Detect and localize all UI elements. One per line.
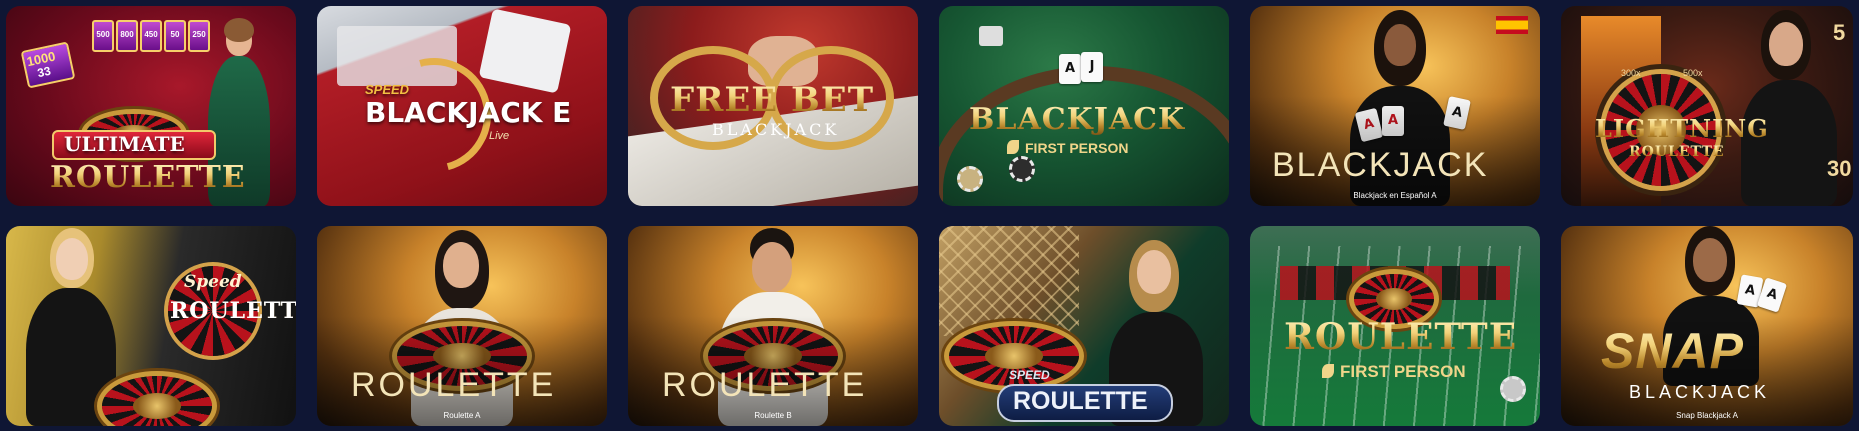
game-tile-speed-roulette-deco[interactable]: SPEED ROULETTE	[939, 226, 1229, 426]
score-value: 33	[36, 63, 53, 81]
multiplier-badge: 450	[140, 20, 162, 52]
game-title: SNAP	[1601, 323, 1744, 379]
spain-flag-icon	[1496, 16, 1528, 34]
game-title: ROULETTE	[662, 366, 868, 404]
game-tile-blackjack-first-person[interactable]: A J BLACKJACK FIRST PERSON	[939, 6, 1229, 206]
game-caption: Snap Blackjack A	[1676, 411, 1738, 420]
game-caption: Blackjack en Español A	[1353, 191, 1437, 200]
chip	[1009, 156, 1035, 182]
card-shoe	[478, 8, 572, 94]
game-tile-lightning-roulette[interactable]: 300x 500x LIGHTNING ROULETTE 5 30	[1561, 6, 1853, 206]
game-tile-speed-blackjack-e[interactable]: SPEED BLACKJACK E Live	[317, 6, 607, 206]
game-title: ROULETTE	[351, 366, 557, 404]
roulette-wheel	[102, 376, 212, 426]
game-title: LIGHTNING	[1595, 114, 1769, 143]
game-tile-speed-roulette[interactable]: Speed ROULETTE	[6, 226, 296, 426]
speed-label: SPEED	[365, 82, 410, 97]
playing-card: J	[1081, 52, 1103, 82]
game-subtitle: ROULETTE	[1629, 144, 1725, 160]
chip	[957, 166, 983, 192]
multiplier-badge: 50	[164, 20, 186, 52]
side-number: 30	[1827, 156, 1852, 181]
game-tile-roulette-a[interactable]: ROULETTE Roulette A	[317, 226, 607, 426]
game-tile-free-bet-blackjack[interactable]: FREE BET BLACKJACK	[628, 6, 918, 206]
game-title: ROULETTE	[170, 298, 296, 324]
game-title: BLACKJACK	[1272, 146, 1489, 184]
multiplier-badge: 800	[116, 20, 138, 52]
card-shoe	[979, 26, 1003, 46]
game-tile-roulette-b[interactable]: ROULETTE Roulette B	[628, 226, 918, 426]
game-title: FREE BET	[670, 80, 875, 120]
game-title: BLACKJACK	[969, 102, 1186, 137]
game-subtitle: FIRST PERSON	[1340, 362, 1466, 381]
playing-card: A	[1059, 54, 1081, 84]
game-subtitle: ROULETTE	[50, 160, 246, 195]
speed-label: SPEED	[1009, 368, 1050, 382]
game-tile-snap-blackjack-a[interactable]: A A SNAP BLACKJACK Snap Blackjack A	[1561, 226, 1853, 426]
game-subtitle: FIRST PERSON	[1025, 140, 1129, 156]
game-title: ROULETTE	[1284, 316, 1518, 358]
bet-label: 300x	[1621, 68, 1641, 78]
game-caption: Roulette A	[443, 411, 481, 420]
speed-label: Speed	[184, 272, 242, 292]
game-title: ULTIMATE	[64, 132, 185, 156]
game-tile-roulette-first-person[interactable]: ROULETTE FIRST PERSON	[1250, 226, 1540, 426]
multiplier-badge: 500	[92, 20, 114, 52]
bet-label: 500x	[1683, 68, 1703, 78]
side-number: 5	[1833, 20, 1846, 45]
dealer-figure	[1731, 6, 1841, 206]
game-tile-blackjack-espanol-a[interactable]: A A A BLACKJACK Blackjack en Español A	[1250, 6, 1540, 206]
multiplier-card: 1000 33	[20, 41, 76, 89]
game-title: ROULETTE	[1013, 387, 1148, 415]
leaf-icon	[1007, 140, 1019, 154]
game-caption: Roulette B	[754, 411, 792, 420]
chip	[1500, 376, 1526, 402]
game-tile-ultimate-roulette[interactable]: 500 800 450 50 250 1000 33 ULTIMATE ROUL…	[6, 6, 296, 206]
game-subtitle: BLACKJACK	[1629, 382, 1771, 402]
game-title: BLACKJACK E	[365, 96, 572, 129]
leaf-icon	[1322, 364, 1334, 378]
live-badge: Live	[489, 130, 510, 142]
game-subtitle: BLACKJACK	[712, 120, 840, 139]
game-grid: 500 800 450 50 250 1000 33 ULTIMATE ROUL…	[0, 0, 1859, 431]
deco-wall	[939, 226, 1079, 336]
